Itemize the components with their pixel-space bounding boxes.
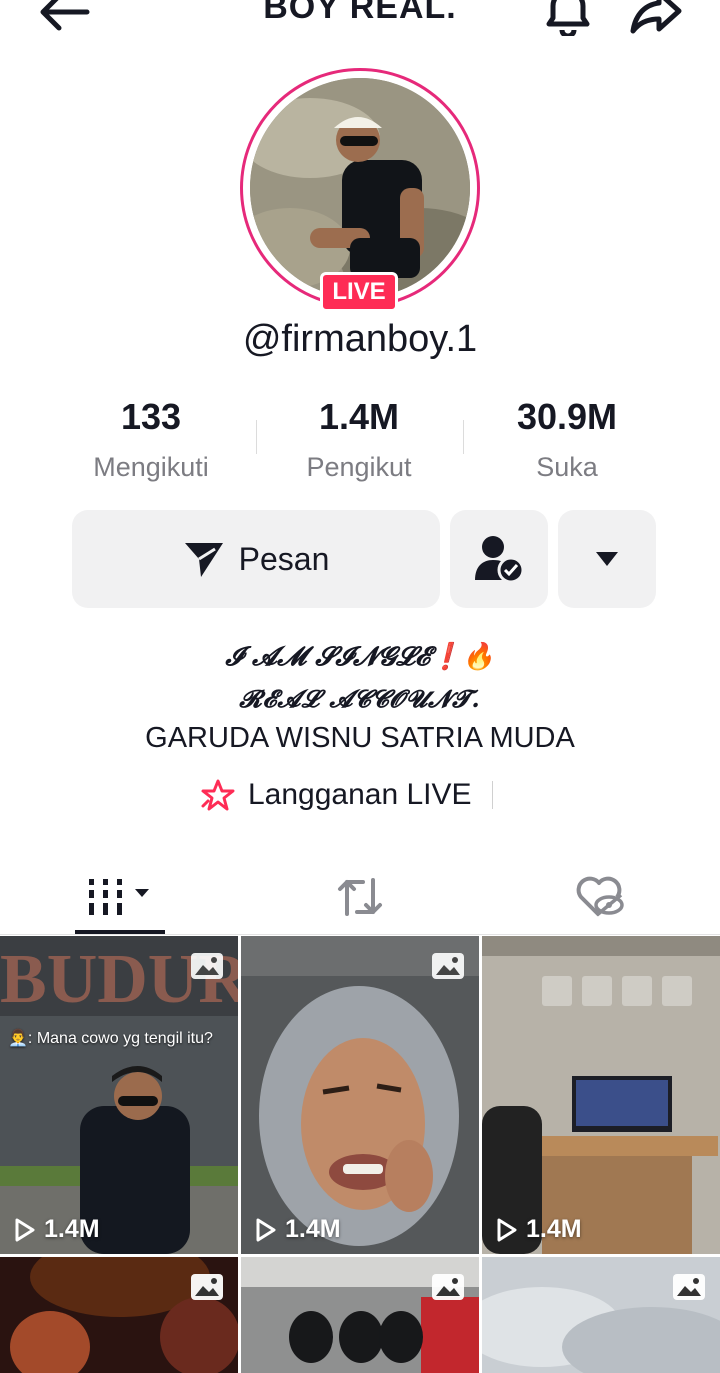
tab-liked[interactable] <box>480 862 720 932</box>
bio-line-2: 𝓡𝓔𝓐𝓛 𝓐𝓒𝓒𝓞𝓤𝓝𝓣. <box>239 684 481 713</box>
more-dropdown-button[interactable] <box>558 510 656 608</box>
play-icon <box>256 1218 276 1241</box>
grid-caption: 👨‍💼: Mana cowo yg tengil itu? <box>8 1030 213 1047</box>
repost-icon <box>338 878 382 916</box>
avatar-photo <box>250 78 470 298</box>
page-title: BOY REAL. <box>263 0 457 26</box>
grid-icon <box>89 879 149 915</box>
tabs-divider <box>0 934 720 935</box>
notification-button[interactable] <box>538 0 598 40</box>
live-badge[interactable]: LIVE <box>320 272 398 312</box>
liked-hidden-icon <box>576 876 624 917</box>
grid-item[interactable] <box>241 1257 479 1373</box>
stat-divider <box>256 420 257 454</box>
bell-icon <box>546 0 590 36</box>
grid-item[interactable]: BUDUR 👨‍💼: Mana cowo yg tengil itu? 1.4M <box>0 936 238 1254</box>
grid-item[interactable] <box>0 1257 238 1373</box>
photo-icon <box>190 1273 224 1306</box>
stat-divider <box>463 420 464 454</box>
stat-likes-label: Suka <box>536 452 598 482</box>
view-count: 1.4M <box>14 1215 100 1244</box>
stat-likes-value: 30.9M <box>516 396 618 437</box>
star-sparkle-icon <box>201 779 235 811</box>
photo-icon <box>431 1273 465 1306</box>
grid-item[interactable]: 1.4M <box>482 936 720 1254</box>
subscription-divider <box>491 781 493 809</box>
avatar <box>250 78 470 298</box>
photo-icon <box>190 952 224 985</box>
bio-line-1: 𝓘 𝓐𝓜 𝓢𝓘𝓝𝓖𝓛𝓔❗🔥 <box>225 642 495 672</box>
bio-line-3: GARUDA WISNU SATRIA MUDA <box>145 722 575 754</box>
friend-check-icon <box>475 536 525 584</box>
friend-button[interactable] <box>450 510 548 608</box>
stat-following-value: 133 <box>120 396 182 437</box>
stat-following[interactable]: 133 Mengikuti <box>51 396 251 483</box>
view-count: 1.4M <box>255 1215 341 1244</box>
photo-icon <box>672 1273 706 1306</box>
tab-reposts[interactable] <box>240 862 480 932</box>
stat-followers-label: Pengikut <box>306 452 412 482</box>
grid-item[interactable] <box>482 1257 720 1373</box>
share-button[interactable] <box>626 0 686 42</box>
live-subscription-label: Langganan LIVE <box>248 778 472 811</box>
tab-videos[interactable] <box>0 862 240 932</box>
message-label: Pesan <box>238 540 330 577</box>
grid-thumbnail <box>482 936 720 1254</box>
share-icon <box>630 0 682 34</box>
message-button[interactable]: Pesan <box>72 510 440 608</box>
grid-item[interactable]: 1.4M <box>241 936 479 1254</box>
view-count-value: 1.4M <box>285 1215 341 1243</box>
stat-likes[interactable]: 30.9M Suka <box>467 396 667 483</box>
send-icon <box>184 543 223 577</box>
view-count-value: 1.4M <box>526 1215 582 1243</box>
play-icon <box>15 1218 35 1241</box>
dropdown-caret-icon <box>596 552 618 566</box>
play-icon <box>497 1218 517 1241</box>
view-count: 1.4M <box>496 1215 582 1244</box>
live-subscription-link[interactable]: Langganan LIVE <box>200 778 493 812</box>
stat-following-label: Mengikuti <box>93 452 209 482</box>
username: @firmanboy.1 <box>242 318 478 360</box>
stat-followers[interactable]: 1.4M Pengikut <box>259 396 459 483</box>
stat-followers-value: 1.4M <box>318 396 400 437</box>
photo-icon <box>431 952 465 985</box>
view-count-value: 1.4M <box>44 1215 100 1243</box>
